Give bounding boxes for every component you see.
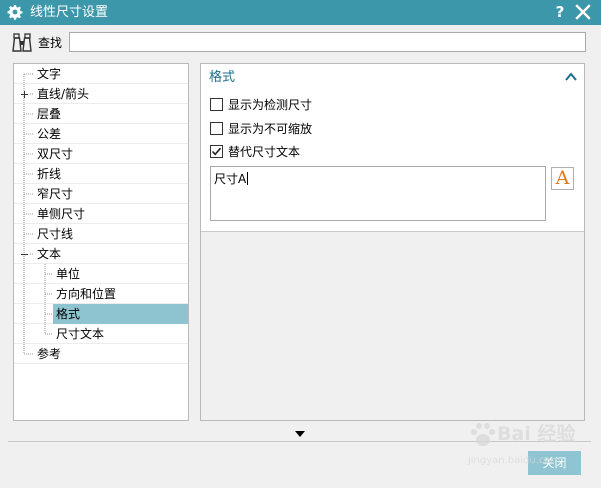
tree-item[interactable]: 文字	[14, 64, 188, 84]
checkbox-show-non-scalable[interactable]	[210, 122, 223, 135]
tree-item[interactable]: 折线	[14, 164, 188, 184]
tree-item[interactable]: 格式	[14, 304, 188, 324]
close-icon[interactable]	[574, 3, 592, 21]
tree-item[interactable]: 单侧尺寸	[14, 204, 188, 224]
text-caret	[247, 172, 249, 185]
close-button[interactable]: 关闭	[528, 451, 581, 475]
tree-item-label: 窄尺寸	[37, 187, 74, 201]
tree-item-label: 文字	[37, 67, 62, 81]
tree-item-label: 单侧尺寸	[37, 207, 86, 221]
checkbox-label: 显示为检测尺寸	[228, 98, 313, 112]
tree-item-label: 格式	[56, 307, 81, 321]
tree-item-label: 尺寸线	[37, 227, 74, 241]
footer-separator	[8, 441, 591, 442]
search-input[interactable]	[69, 32, 586, 52]
checkbox-label: 替代尺寸文本	[228, 145, 301, 159]
paw-logo-icon	[471, 423, 495, 446]
tree-item-label: 直线/箭头	[37, 87, 90, 101]
override-text-value: 尺寸A	[214, 172, 247, 186]
collapse-chevron-icon[interactable]	[564, 70, 578, 84]
linear-dimension-settings-dialog: 线性尺寸设置 ? 查找 文字直线/箭头层叠公差双尺寸折线窄尺寸单侧尺寸尺寸线文本…	[0, 0, 601, 488]
tree-item[interactable]: 窄尺寸	[14, 184, 188, 204]
tree-item-label: 双尺寸	[37, 147, 74, 161]
format-group: 格式 显示为检测尺寸 显示为不可缩放 替代尺寸文本 尺寸A A	[201, 64, 584, 232]
tree-item[interactable]: 尺寸文本	[14, 324, 188, 344]
search-row: 查找	[0, 25, 601, 61]
binoculars-icon	[12, 33, 32, 52]
checkbox-show-as-inspection[interactable]	[210, 98, 223, 111]
tree-item[interactable]: 单位	[14, 264, 188, 284]
tree-item[interactable]: 参考	[14, 344, 188, 364]
font-a-icon: A	[555, 167, 570, 189]
collapse-minus-icon[interactable]	[20, 250, 29, 259]
font-style-button[interactable]: A	[551, 167, 574, 190]
override-text-input[interactable]: 尺寸A	[210, 166, 546, 221]
checkbox-label: 显示为不可缩放	[228, 122, 313, 136]
title-bar[interactable]: 线性尺寸设置 ?	[0, 0, 601, 25]
dialog-title: 线性尺寸设置	[30, 5, 109, 20]
tree-item-label: 折线	[37, 167, 62, 181]
tree-item-label: 尺寸文本	[56, 327, 105, 341]
tree-item-label: 层叠	[37, 107, 62, 121]
tree-item[interactable]: 方向和位置	[14, 284, 188, 304]
tree-item[interactable]: 尺寸线	[14, 224, 188, 244]
search-label: 查找	[38, 36, 63, 50]
tree-item[interactable]: 直线/箭头	[14, 84, 188, 104]
tree-item-label: 公差	[37, 127, 62, 141]
tree-item-label: 方向和位置	[56, 287, 117, 301]
tree-item-label: 参考	[37, 347, 62, 361]
checkbox-override-dimension-text[interactable]	[210, 145, 223, 158]
expand-more-arrow-icon[interactable]	[295, 431, 305, 437]
tree-item-label: 单位	[56, 267, 81, 281]
tree-item[interactable]: 层叠	[14, 104, 188, 124]
tree-item[interactable]: 文本	[14, 244, 188, 264]
settings-tree[interactable]: 文字直线/箭头层叠公差双尺寸折线窄尺寸单侧尺寸尺寸线文本单位方向和位置格式尺寸文…	[13, 63, 189, 421]
expand-plus-icon[interactable]	[20, 90, 29, 99]
tree-item[interactable]: 公差	[14, 124, 188, 144]
tree-item-label: 文本	[37, 247, 62, 261]
format-group-title: 格式	[209, 70, 236, 85]
help-button[interactable]: ?	[552, 2, 568, 22]
tree-item[interactable]: 双尺寸	[14, 144, 188, 164]
settings-panel: 格式 显示为检测尺寸 显示为不可缩放 替代尺寸文本 尺寸A A	[200, 63, 585, 421]
gear-icon	[7, 5, 23, 20]
